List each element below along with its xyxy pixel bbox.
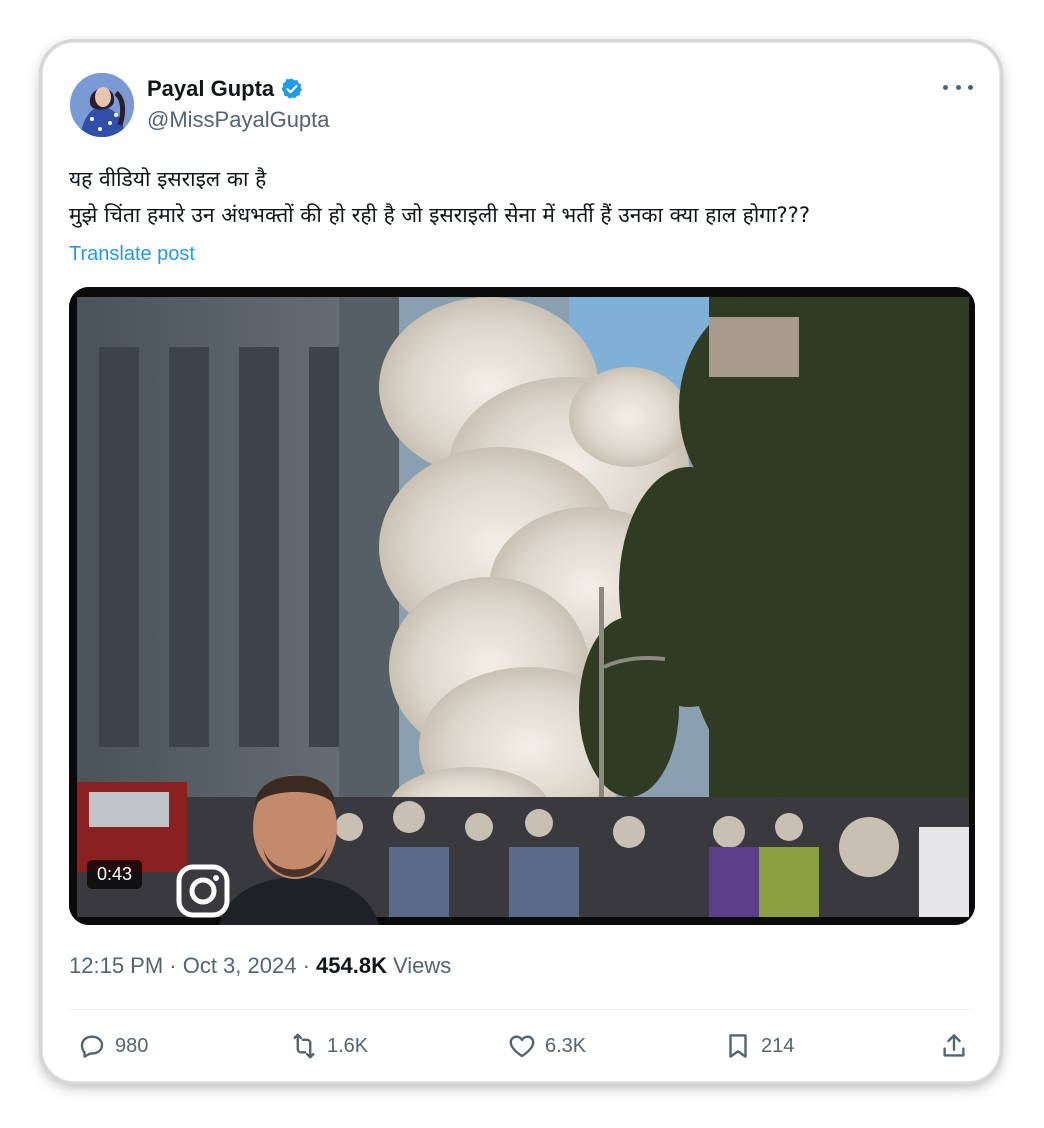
- post-text-line: यह वीडियो इसराइल का है: [69, 167, 267, 191]
- video-player[interactable]: 0:43: [69, 287, 975, 925]
- action-bar: 980 1.6K 6.3K 214: [73, 1031, 971, 1065]
- verified-badge-icon: [281, 78, 303, 99]
- reply-icon: [80, 1035, 104, 1058]
- views-count: 454.8K: [316, 953, 387, 978]
- more-options-icon[interactable]: [943, 75, 973, 99]
- video-duration-badge: 0:43: [87, 860, 143, 889]
- translate-post-link[interactable]: Translate post: [69, 243, 195, 266]
- bookmark-button[interactable]: 214: [723, 1031, 794, 1061]
- divider: [69, 1009, 973, 1010]
- like-count: 6.3K: [545, 1034, 587, 1057]
- heart-icon: [509, 1035, 535, 1058]
- bookmark-icon: [729, 1034, 747, 1058]
- avatar[interactable]: [70, 73, 134, 137]
- like-button[interactable]: 6.3K: [507, 1031, 586, 1061]
- repost-count: 1.6K: [327, 1034, 369, 1057]
- views-label: Views: [392, 953, 452, 978]
- post-text-line: मुझे चिंता हमारे उन अंधभक्तों की हो रही …: [69, 203, 810, 227]
- instagram-icon: [176, 864, 230, 918]
- author-display-name[interactable]: Payal Gupta: [147, 76, 274, 102]
- reply-count: 980: [115, 1034, 149, 1057]
- repost-icon: [293, 1033, 315, 1059]
- repost-button[interactable]: 1.6K: [289, 1031, 368, 1061]
- post-timestamp[interactable]: 12:15 PM · Oct 3, 2024 ·: [69, 953, 316, 979]
- post-metadata: 12:15 PM · Oct 3, 2024 · 454.8K Views: [69, 953, 451, 979]
- video-frame: [69, 287, 975, 925]
- bookmark-count: 214: [761, 1034, 795, 1057]
- share-button[interactable]: [939, 1031, 969, 1061]
- tweet-card: Payal Gupta @MissPayalGupta यह वीडियो इस…: [42, 42, 1000, 1082]
- author-handle[interactable]: @MissPayalGupta: [147, 107, 330, 133]
- post-text: यह वीडियो इसराइल का है मुझे चिंता हमारे …: [69, 161, 979, 233]
- reply-button[interactable]: 980: [77, 1031, 148, 1061]
- share-icon: [943, 1034, 965, 1057]
